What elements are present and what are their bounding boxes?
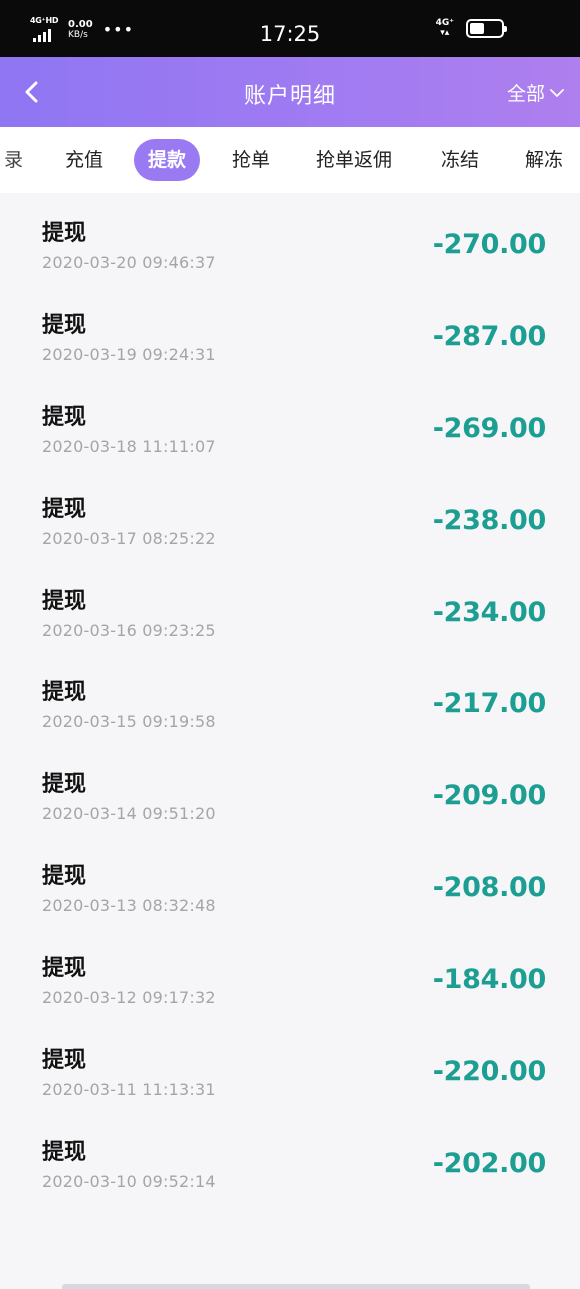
record-amount: -234.00: [432, 596, 547, 628]
list-item[interactable]: 提现 2020-03-15 09:19:58 -217.00: [0, 652, 580, 744]
record-type: 提现: [42, 1048, 87, 1074]
record-amount: -270.00: [432, 229, 547, 260]
status-bar: 4G⁺HD 0.00 KB/s ••• 17:25 4G⁺ ▾▴: [0, 0, 580, 57]
record-amount: -184.00: [432, 964, 547, 996]
data-arrows: ▾▴: [440, 28, 450, 38]
record-type: 提现: [42, 956, 87, 982]
record-type: 提现: [42, 312, 87, 338]
record-time: 2020-03-20 09:46:37: [42, 253, 216, 272]
list-item[interactable]: 提现 2020-03-20 09:46:37 -270.00: [0, 193, 580, 285]
record-amount: -208.00: [432, 872, 547, 904]
home-indicator[interactable]: [62, 1284, 530, 1289]
tab-freeze[interactable]: 冻结: [441, 139, 479, 181]
record-amount: -269.00: [432, 412, 547, 444]
filter-dropdown[interactable]: 全部: [507, 79, 566, 106]
list-item[interactable]: 提现 2020-03-17 08:25:22 -238.00: [0, 469, 580, 561]
list-item[interactable]: 提现 2020-03-19 09:24:31 -287.00: [0, 285, 580, 377]
record-type: 提现: [42, 588, 87, 614]
record-time: 2020-03-16 09:23:25: [42, 620, 216, 640]
mobile-data-icon: 4G⁺ ▾▴: [436, 18, 454, 38]
list-item[interactable]: 提现 2020-03-13 08:32:48 -208.00: [0, 836, 580, 928]
record-time: 2020-03-18 11:11:07: [42, 436, 216, 456]
list-item[interactable]: 提现 2020-03-12 09:17:32 -184.00: [0, 928, 580, 1020]
record-amount: -220.00: [432, 1056, 547, 1088]
battery-fill: [470, 22, 484, 34]
record-type: 提现: [42, 404, 87, 430]
category-tabs[interactable]: 录 充值 提款 抢单 抢单返佣 冻结 解冻: [0, 127, 580, 193]
record-time: 2020-03-19 09:24:31: [42, 344, 216, 364]
list-item[interactable]: 提现 2020-03-18 11:11:07 -269.00: [0, 377, 580, 469]
list-item[interactable]: 提现 2020-03-16 09:23:25 -234.00: [0, 561, 580, 653]
record-time: 2020-03-14 09:51:20: [42, 804, 216, 824]
record-type: 提现: [42, 772, 87, 798]
status-right: 4G⁺ ▾▴: [436, 18, 507, 38]
record-time: 2020-03-13 08:32:48: [42, 896, 216, 916]
record-time: 2020-03-10 09:52:14: [42, 1171, 216, 1191]
record-amount: -287.00: [432, 320, 547, 352]
list-item[interactable]: 提现 2020-03-11 11:13:31 -220.00: [0, 1020, 580, 1112]
record-time: 2020-03-12 09:17:32: [42, 988, 216, 1008]
network-type-right: 4G⁺: [435, 18, 454, 28]
record-type: 提现: [42, 221, 87, 246]
record-list: 提现 2020-03-20 09:46:37 -270.00 提现 2020-03-19…: [0, 193, 580, 1204]
record-time: 2020-03-17 08:25:22: [42, 528, 216, 548]
record-type: 提现: [42, 864, 87, 890]
chevron-down-icon: [550, 88, 564, 97]
record-amount: -238.00: [432, 504, 547, 536]
tab-grab-order[interactable]: 抢单: [232, 139, 270, 181]
tab-grab-commission[interactable]: 抢单返佣: [316, 139, 392, 181]
record-type: 提现: [42, 496, 87, 522]
tab-partial[interactable]: 录: [4, 139, 23, 181]
record-time: 2020-03-15 09:19:58: [42, 712, 216, 732]
tab-recharge[interactable]: 充值: [65, 139, 103, 181]
list-item[interactable]: 提现 2020-03-10 09:52:14 -202.00: [0, 1112, 580, 1204]
record-amount: -209.00: [432, 780, 547, 812]
page-title: 账户明细: [243, 84, 336, 109]
record-time: 2020-03-11 11:13:31: [42, 1080, 216, 1100]
nav-bar: 账户明细 全部: [0, 57, 580, 127]
filter-label: 全部: [506, 83, 545, 105]
battery-icon: [466, 18, 507, 38]
record-amount: -217.00: [432, 688, 547, 720]
record-amount: -202.00: [432, 1147, 547, 1179]
tab-unfreeze[interactable]: 解冻: [525, 139, 563, 181]
record-type: 提现: [42, 680, 87, 706]
tab-withdraw[interactable]: 提款: [134, 139, 201, 181]
record-type: 提现: [42, 1139, 87, 1165]
list-item[interactable]: 提现 2020-03-14 09:51:20 -209.00: [0, 744, 580, 836]
